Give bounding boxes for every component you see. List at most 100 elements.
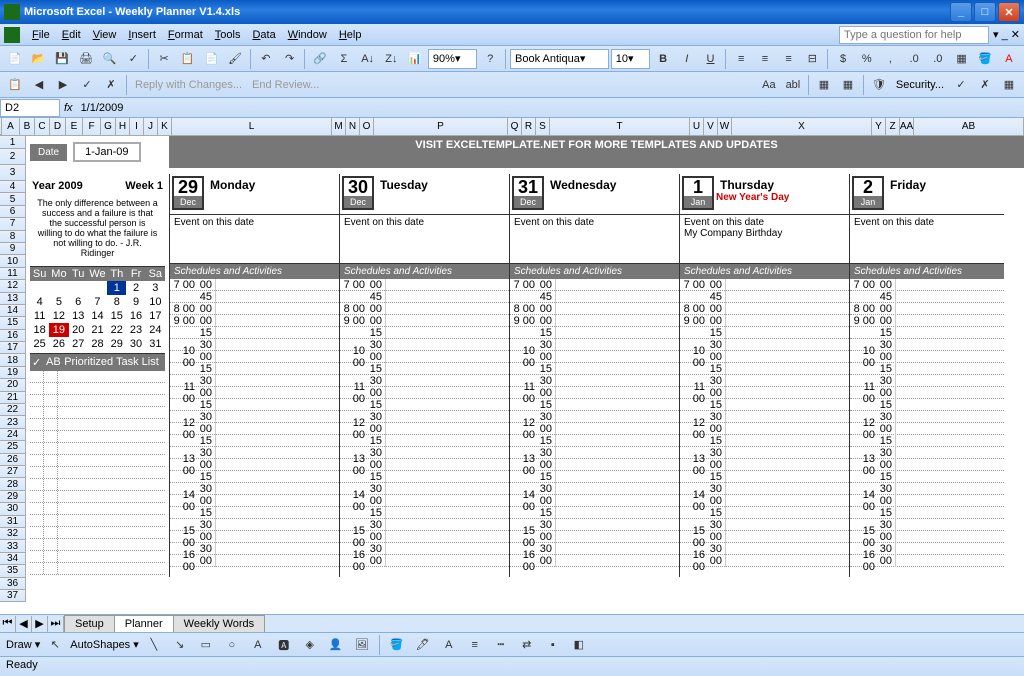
time-slot[interactable]: 8 0000: [510, 303, 679, 315]
col-header[interactable]: F: [83, 118, 101, 135]
line-color-tool[interactable]: 🖊: [412, 634, 434, 656]
time-slot[interactable]: 10 0000: [340, 351, 509, 363]
sum-button[interactable]: Σ: [333, 48, 355, 70]
menu-tools[interactable]: Tools: [209, 27, 247, 43]
time-slot[interactable]: 8 0000: [170, 303, 339, 315]
mini-cal-day[interactable]: 31: [146, 337, 165, 351]
mini-cal-day[interactable]: 2: [126, 281, 145, 295]
mini-cal-day[interactable]: 7: [88, 295, 107, 309]
time-slot[interactable]: 15 0000: [680, 531, 849, 543]
row-header[interactable]: 24: [0, 429, 26, 441]
time-slot[interactable]: 9 0000: [510, 315, 679, 327]
col-header[interactable]: D: [50, 118, 66, 135]
font-dropdown[interactable]: Book Antiqua ▾: [510, 49, 609, 69]
row-header[interactable]: 1: [0, 136, 26, 149]
inc-decimal-button[interactable]: .0: [903, 48, 925, 70]
mini-cal-day[interactable]: [49, 281, 68, 295]
mini-cal-day[interactable]: [88, 281, 107, 295]
row-header[interactable]: 13: [0, 293, 26, 305]
mini-cal-day[interactable]: 16: [126, 309, 145, 323]
fill-color-button[interactable]: 🪣: [974, 48, 996, 70]
time-slot[interactable]: 16 0000: [680, 555, 849, 567]
event-box[interactable]: Event on this date: [850, 214, 1004, 264]
time-slot[interactable]: 9 0000: [680, 315, 849, 327]
time-slot[interactable]: 45: [340, 291, 509, 303]
col-header[interactable]: A: [2, 118, 20, 135]
time-slot[interactable]: 15 0000: [340, 531, 509, 543]
new-button[interactable]: 📄: [4, 48, 26, 70]
row-header[interactable]: 11: [0, 268, 26, 280]
time-slot[interactable]: 9 0000: [170, 315, 339, 327]
rect-tool[interactable]: ▭: [195, 634, 217, 656]
mini-cal-day[interactable]: 23: [126, 323, 145, 337]
col-header[interactable]: Y: [872, 118, 886, 135]
task-row[interactable]: [30, 455, 165, 467]
col-header[interactable]: O: [360, 118, 374, 135]
task-row[interactable]: [30, 515, 165, 527]
fill-tool[interactable]: 🪣: [386, 634, 408, 656]
time-slot[interactable]: 15: [510, 327, 679, 339]
time-slot[interactable]: 14 0000: [680, 495, 849, 507]
task-row[interactable]: [30, 431, 165, 443]
mini-cal-day[interactable]: 4: [30, 295, 49, 309]
time-slot[interactable]: 15: [170, 327, 339, 339]
time-slot[interactable]: 45: [510, 291, 679, 303]
menu-insert[interactable]: Insert: [122, 27, 162, 43]
time-slot[interactable]: 13 0000: [170, 459, 339, 471]
row-header[interactable]: 14: [0, 305, 26, 317]
time-slot[interactable]: 15 0000: [170, 531, 339, 543]
row-header[interactable]: 3: [0, 165, 26, 181]
minimize-button[interactable]: _: [950, 2, 972, 22]
row-header[interactable]: 15: [0, 317, 26, 329]
mini-cal-day[interactable]: 3: [146, 281, 165, 295]
textbox-tool[interactable]: A: [247, 634, 269, 656]
task-row[interactable]: [30, 419, 165, 431]
time-slot[interactable]: 8 0000: [680, 303, 849, 315]
row-header[interactable]: 33: [0, 540, 26, 552]
row-header[interactable]: 36: [0, 578, 26, 590]
row-header[interactable]: 22: [0, 404, 26, 416]
col-header[interactable]: U: [690, 118, 704, 135]
worksheet[interactable]: Date 1-Jan-09 VISIT EXCELTEMPLATE.NET FO…: [26, 136, 1024, 614]
tab-first-button[interactable]: ⏮: [0, 616, 16, 632]
menu-edit[interactable]: Edit: [56, 27, 87, 43]
mini-cal-day[interactable]: 5: [49, 295, 68, 309]
row-header[interactable]: 6: [0, 206, 26, 218]
border-b-button[interactable]: ▦: [837, 74, 859, 96]
time-slot[interactable]: 12 0000: [510, 423, 679, 435]
shield-icon[interactable]: 🛡: [868, 74, 890, 96]
row-header[interactable]: 2: [0, 149, 26, 165]
col-header[interactable]: N: [346, 118, 360, 135]
row-header[interactable]: 19: [0, 367, 26, 379]
clipart-tool[interactable]: 👤: [325, 634, 347, 656]
col-header[interactable]: G: [101, 118, 116, 135]
aa-button[interactable]: Aa: [758, 74, 780, 96]
col-header[interactable]: M: [332, 118, 346, 135]
time-slot[interactable]: 10 0000: [510, 351, 679, 363]
col-header[interactable]: Q: [508, 118, 522, 135]
col-header[interactable]: AA: [900, 118, 914, 135]
mini-cal-day[interactable]: 13: [69, 309, 88, 323]
formula-input[interactable]: 1/1/2009: [77, 102, 124, 114]
wordart-tool[interactable]: 🅰: [273, 634, 295, 656]
tab-next-button[interactable]: ▶: [32, 616, 48, 632]
dash-tool[interactable]: ┅: [490, 634, 512, 656]
time-slot[interactable]: 7 0000: [340, 279, 509, 291]
row-header[interactable]: 25: [0, 441, 26, 453]
italic-button[interactable]: I: [676, 48, 698, 70]
mini-cal-day[interactable]: 24: [146, 323, 165, 337]
show-changes-button[interactable]: 📋: [4, 74, 26, 96]
col-header[interactable]: T: [550, 118, 690, 135]
close-button[interactable]: ✕: [998, 2, 1020, 22]
link-button[interactable]: 🔗: [309, 48, 331, 70]
mini-cal-day[interactable]: 1: [107, 281, 126, 295]
sec-c-button[interactable]: ▦: [998, 74, 1020, 96]
event-box[interactable]: Event on this date: [510, 214, 679, 264]
time-slot[interactable]: 11 0000: [510, 387, 679, 399]
merge-button[interactable]: ⊟: [801, 48, 823, 70]
diagram-tool[interactable]: ◈: [299, 634, 321, 656]
menu-view[interactable]: View: [87, 27, 123, 43]
row-header[interactable]: 37: [0, 590, 26, 602]
time-slot[interactable]: 12 0000: [170, 423, 339, 435]
mini-cal-day[interactable]: 21: [88, 323, 107, 337]
